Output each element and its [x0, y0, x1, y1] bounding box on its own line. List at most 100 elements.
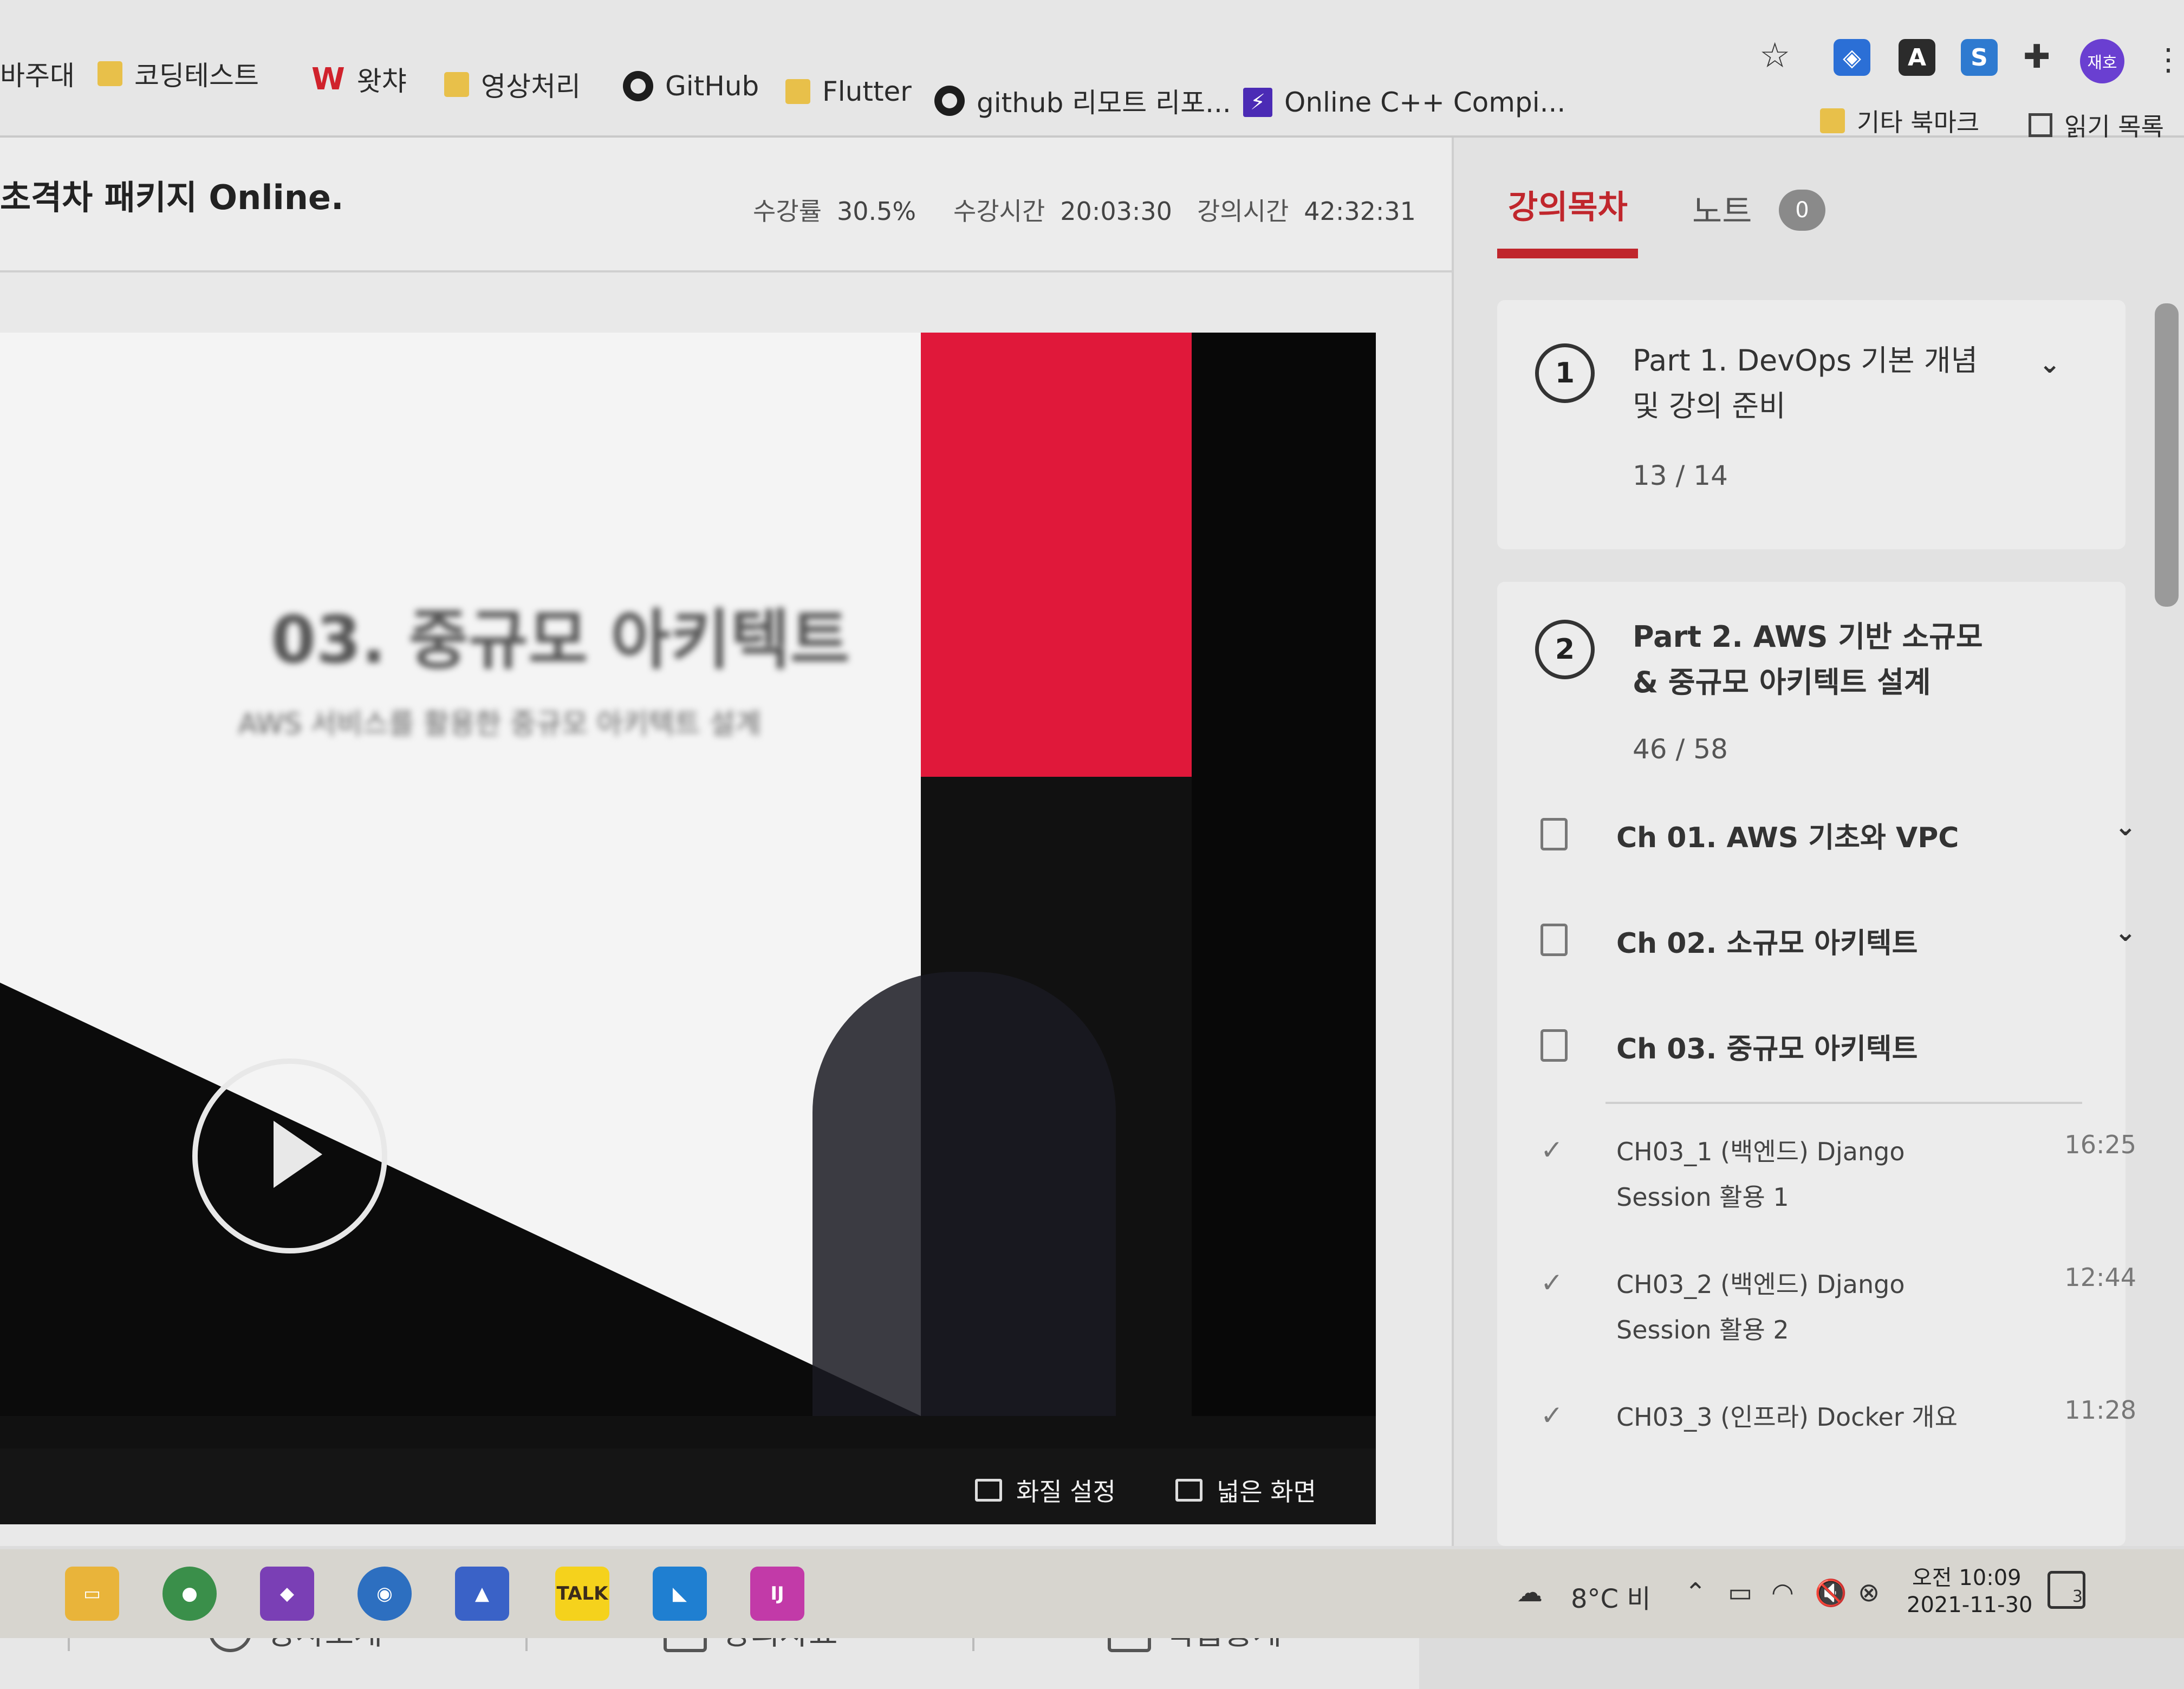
curriculum-sidebar: 강의목차 노트 0 1 Part 1. DevOps 기본 개념 및 강의 준비…	[1452, 138, 2184, 1546]
main-content: 초격차 패키지 Online. 수강률 30.5% 수강시간 20:03:30 강의…	[0, 138, 1452, 1689]
puzzle-icon[interactable]: ✚	[2023, 38, 2050, 76]
quality-button[interactable]: 화질 설정	[975, 1472, 1116, 1508]
stat-value: 20:03:30	[1060, 197, 1172, 226]
kakaotalk-icon[interactable]: TALK	[555, 1567, 609, 1621]
extension-icon[interactable]: ◈	[1834, 39, 1870, 76]
bookmark-label: 왓챠	[356, 66, 407, 97]
close-circle-icon[interactable]: ⊗	[1858, 1577, 1880, 1608]
mute-icon[interactable]: 🔇	[1815, 1577, 1847, 1608]
bookmark-label: GitHub	[665, 70, 759, 102]
part-number: 2	[1535, 620, 1595, 679]
chapter-row[interactable]: Ch 01. AWS 기초와 VPC ⌄	[1540, 804, 2136, 863]
player-control-bar: 화질 설정 넓은 화면	[0, 1448, 1376, 1524]
other-bookmarks[interactable]: 기타 북마크	[1820, 103, 1979, 139]
visual-studio-icon[interactable]: ◆	[260, 1567, 314, 1621]
intellij-icon[interactable]: IJ	[750, 1567, 804, 1621]
vscode-icon[interactable]: ◣	[653, 1567, 707, 1621]
chapter-label: Ch 03. 중규모 아키텍트	[1616, 1033, 1918, 1066]
lecture-item[interactable]: ✓ CH03_1 (백엔드) Django Session 활용 1 16:25	[1540, 1123, 2136, 1248]
wide-screen-icon	[1175, 1479, 1202, 1502]
bookmark-label: Online C++ Compi...	[1284, 87, 1566, 118]
bookmark-item[interactable]: 코딩테스트	[98, 54, 259, 93]
slide-dark-block	[1192, 333, 1376, 1416]
stat-label: 강의시간	[1197, 197, 1289, 226]
folder-icon	[1820, 108, 1845, 133]
lecture-item[interactable]: ✓ CH03_3 (인프라) Docker 개요 11:28	[1540, 1389, 2136, 1513]
folder-icon	[98, 61, 122, 86]
extension-icon[interactable]: S	[1961, 39, 1998, 76]
weather-text[interactable]: 8°C 비	[1571, 1577, 1650, 1615]
bookmarks-bar: 바주대 코딩테스트 W 왓챠 영상처리 GitHub Flutter github…	[0, 0, 2184, 141]
bookmark-label: 영상처리	[481, 71, 581, 102]
course-header: 초격차 패키지 Online. 수강률 30.5% 수강시간 20:03:30 강의…	[0, 138, 1452, 272]
lecture-duration: 12:44	[2064, 1263, 2136, 1292]
bookmark-item[interactable]: 영상처리	[444, 65, 581, 104]
avatar[interactable]: 재호	[2080, 39, 2124, 83]
folder-icon	[444, 72, 469, 97]
bolt-icon: ⚡	[1243, 88, 1272, 117]
lecture-title: CH03_1 (백엔드) Django Session 활용 1	[1616, 1137, 1905, 1212]
course-title: 초격차 패키지 Online.	[0, 178, 344, 217]
clock-date[interactable]: 2021-11-30	[1907, 1593, 2032, 1617]
notification-icon[interactable]: 3	[2047, 1571, 2085, 1609]
github-icon	[934, 86, 965, 116]
list-icon	[1540, 818, 1568, 850]
battery-icon[interactable]: ▭	[1728, 1577, 1752, 1608]
lecture-duration: 11:28	[2064, 1395, 2136, 1425]
bookmark-item[interactable]: ⚡ Online C++ Compi...	[1243, 87, 1565, 118]
chapter-row[interactable]: Ch 03. 중규모 아키텍트	[1540, 1015, 2136, 1075]
chapter-label: Ch 02. 소규모 아키텍트	[1616, 927, 1918, 960]
instructor-figure	[812, 972, 1116, 1416]
extension-icon[interactable]: A	[1899, 39, 1935, 76]
chrome-icon[interactable]: ●	[162, 1567, 217, 1621]
tab-note[interactable]: 노트	[1692, 185, 1752, 232]
slide-red-block	[921, 333, 1192, 777]
list-icon	[1540, 924, 1568, 956]
wide-screen-button[interactable]: 넓은 화면	[1175, 1472, 1316, 1508]
lecture-title: CH03_2 (백엔드) Django Session 활용 2	[1616, 1270, 1905, 1344]
reading-list-icon	[2029, 113, 2052, 137]
stat-value: 30.5%	[836, 197, 916, 226]
chevron-up-icon[interactable]: ⌃	[1685, 1577, 1706, 1608]
bookmark-label: 기타 북마크	[1857, 108, 1980, 137]
list-icon	[1540, 1029, 1568, 1062]
play-icon[interactable]	[192, 1058, 387, 1253]
weather-icon[interactable]: ☁	[1517, 1577, 1543, 1608]
github-icon	[623, 71, 653, 101]
check-icon: ✓	[1540, 1400, 1563, 1431]
bookmark-item[interactable]: Flutter	[785, 76, 912, 107]
wifi-icon[interactable]: ◠	[1771, 1577, 1794, 1608]
sidebar-tabs: 강의목차 노트 0	[1454, 138, 2184, 262]
progress-stat: 수강률 30.5%	[753, 192, 916, 228]
tab-toc[interactable]: 강의목차	[1508, 181, 1628, 228]
video-player[interactable]: 03. 중규모 아키텍트 AWS 서비스를 활용한 중규모 아키텍트 설계 화질…	[0, 333, 1376, 1524]
star-icon[interactable]: ☆	[1759, 36, 1790, 76]
slide-subtitle: AWS 서비스를 활용한 중규모 아키텍트 설계	[238, 708, 762, 740]
menu-icon[interactable]: ⋮	[2153, 42, 2183, 77]
taskbar: ▭ ● ◆ ◉ ▲ TALK ◣ IJ ☁ 8°C 비 ⌃ ▭ ◠ 🔇 ⊗ 오전…	[0, 1549, 2184, 1638]
stat-label: 수강률	[753, 197, 822, 226]
sidebar-scrollbar[interactable]	[2155, 303, 2179, 607]
lecture-item[interactable]: ✓ CH03_2 (백엔드) Django Session 활용 2 12:44	[1540, 1256, 2136, 1381]
part-card: 2 Part 2. AWS 기반 소규모 & 중규모 아키텍트 설계 46 / …	[1497, 582, 2136, 1546]
bookmark-item[interactable]: 바주대	[0, 54, 75, 93]
part-title: Part 1. DevOps 기본 개념 및 강의 준비	[1633, 343, 1978, 423]
watch-time-stat: 수강시간 20:03:30	[953, 192, 1172, 228]
part-number: 1	[1535, 343, 1595, 403]
chapter-row[interactable]: Ch 02. 소규모 아키텍트 ⌄	[1540, 910, 2136, 969]
chevron-down-icon[interactable]: ⌄	[2039, 349, 2060, 379]
stat-label: 수강시간	[953, 197, 1045, 226]
chevron-down-icon: ⌄	[2114, 917, 2136, 947]
clock-time[interactable]: 오전 10:09	[1912, 1560, 2021, 1591]
part-card[interactable]: 1 Part 1. DevOps 기본 개념 및 강의 준비 13 / 14 ⌄	[1497, 300, 2126, 549]
app-icon[interactable]: ▲	[455, 1567, 509, 1621]
bookmark-item[interactable]: github 리모트 리포...	[934, 81, 1231, 120]
bookmark-label: Flutter	[822, 76, 912, 107]
file-explorer-icon[interactable]: ▭	[65, 1567, 119, 1621]
bookmark-item[interactable]: W 왓챠	[311, 60, 407, 99]
part-count: 13 / 14	[1633, 460, 1728, 491]
app-icon[interactable]: ◉	[358, 1567, 412, 1621]
lecture-duration: 16:25	[2064, 1130, 2136, 1159]
watcha-icon: W	[311, 61, 345, 97]
bookmark-item[interactable]: GitHub	[623, 70, 759, 102]
